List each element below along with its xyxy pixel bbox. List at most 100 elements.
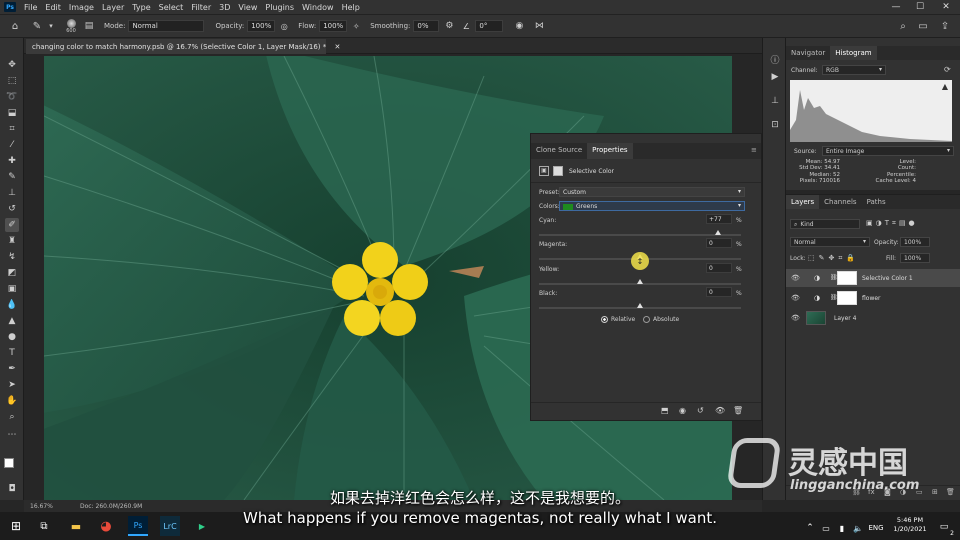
stamp-tool-icon[interactable]: ♜ <box>5 234 19 248</box>
tab-channels[interactable]: Channels <box>819 195 861 209</box>
menu-3d[interactable]: 3D <box>215 3 234 12</box>
tab-paths[interactable]: Paths <box>862 195 891 209</box>
layer-opacity-input[interactable]: 100% <box>900 237 930 247</box>
panel-menu-icon[interactable]: ≡ <box>751 146 757 154</box>
chevron-down-icon[interactable]: ▾ <box>46 22 56 30</box>
pressure-opacity-icon[interactable]: ◎ <box>278 22 290 31</box>
dodge-tool-icon[interactable]: ● <box>5 330 19 344</box>
brush-tool-active-icon[interactable]: ✐ <box>5 218 19 232</box>
cyan-value-input[interactable]: +77 <box>706 214 732 224</box>
smoothing-input[interactable]: 0% <box>413 20 440 32</box>
blend-mode-select[interactable]: Normal ▾ <box>790 237 870 247</box>
opacity-input[interactable]: 100% <box>247 20 276 32</box>
lasso-tool-icon[interactable]: ➰ <box>5 90 19 104</box>
relative-radio[interactable] <box>601 316 608 323</box>
symmetry-icon[interactable]: ⋈ <box>532 21 546 31</box>
menu-view[interactable]: View <box>234 3 261 12</box>
cyan-slider[interactable] <box>539 234 741 236</box>
foreground-color-swatch[interactable] <box>4 458 14 468</box>
brush-tool-icon[interactable]: ✎ <box>28 21 46 32</box>
clip-to-layer-icon[interactable]: ⬒ <box>661 406 669 415</box>
document-tab[interactable]: changing color to match harmony.psb @ 16… <box>26 39 340 54</box>
channel-select[interactable]: RGB ▾ <box>822 65 886 75</box>
menu-edit[interactable]: Edit <box>41 3 65 12</box>
tab-histogram[interactable]: Histogram <box>830 46 877 60</box>
layer-row-selective-color[interactable]: 👁 ◑ ⛓ Selective Color 1 <box>786 269 960 287</box>
crop-tool-icon[interactable]: ⌗ <box>5 122 19 136</box>
yellow-value-input[interactable]: 0 <box>706 263 732 273</box>
brush-preset-picker[interactable]: 600 <box>60 18 82 34</box>
move-tool-icon[interactable]: ✥ <box>5 58 19 72</box>
mode-select[interactable]: Normal <box>128 20 205 32</box>
black-value-input[interactable]: 0 <box>706 287 732 297</box>
black-slider-thumb[interactable] <box>637 303 643 308</box>
layer-row-flower[interactable]: 👁 ◑ ⛓ flower <box>786 289 960 307</box>
photoshop-logo-icon[interactable]: Ps <box>4 2 16 12</box>
delete-icon[interactable]: 🗑 <box>733 406 743 415</box>
clone-source-icon[interactable]: ⊥ <box>768 94 782 108</box>
object-select-tool-icon[interactable]: ⬓ <box>5 106 19 120</box>
menu-image[interactable]: Image <box>65 3 98 12</box>
eye-icon[interactable]: 👁 <box>791 274 800 282</box>
minimize-button[interactable]: — <box>884 0 908 14</box>
info-icon[interactable]: ⓘ <box>768 52 782 66</box>
hand-tool-icon[interactable]: ✋ <box>5 394 19 408</box>
eraser-tool-icon[interactable]: ◩ <box>5 266 19 280</box>
tab-layers[interactable]: Layers <box>786 195 820 209</box>
maximize-button[interactable]: ☐ <box>908 0 932 14</box>
cyan-slider-thumb[interactable] <box>714 230 721 235</box>
close-tab-icon[interactable]: ✕ <box>335 43 341 51</box>
tab-properties[interactable]: Properties <box>587 143 633 159</box>
layer-row-layer-4[interactable]: 👁 Layer 4 <box>786 309 960 327</box>
eye-icon[interactable]: 👁 <box>791 294 800 302</box>
pressure-size-icon[interactable]: ◉ <box>512 21 526 31</box>
brush-settings-icon[interactable]: ▤ <box>82 21 96 31</box>
clone-stamp-tool-icon[interactable]: ⊥ <box>5 186 19 200</box>
eye-icon[interactable]: 👁 <box>791 314 800 322</box>
menu-type[interactable]: Type <box>128 3 154 12</box>
flow-input[interactable]: 100% <box>319 20 348 32</box>
layer-filter-select[interactable]: ⌕ Kind <box>790 219 860 229</box>
warning-icon[interactable]: ▲ <box>942 82 948 91</box>
menu-help[interactable]: Help <box>338 3 364 12</box>
path-select-tool-icon[interactable]: ➤ <box>5 378 19 392</box>
magenta-value-input[interactable]: 0 <box>706 238 732 248</box>
visibility-icon[interactable]: 👁 <box>715 406 725 415</box>
menu-file[interactable]: File <box>20 3 41 12</box>
menu-window[interactable]: Window <box>298 3 338 12</box>
search-icon[interactable]: ⌕ <box>896 19 910 33</box>
airbrush-icon[interactable]: ✧ <box>350 22 362 31</box>
menu-plugins[interactable]: Plugins <box>261 3 298 12</box>
gradient-tool-icon[interactable]: ▣ <box>5 282 19 296</box>
history-brush-tool-icon[interactable]: ↺ <box>5 202 19 216</box>
workspace-icon[interactable]: ▭ <box>916 19 930 33</box>
more-tools-icon[interactable]: ⋯ <box>5 428 19 442</box>
sharpen-tool-icon[interactable]: ▲ <box>5 314 19 328</box>
tab-clone-source[interactable]: Clone Source <box>531 143 587 159</box>
layer-name[interactable]: flower <box>862 295 881 302</box>
eyedropper-tool-icon[interactable]: ⁄ <box>5 138 19 152</box>
spot-healing-tool-icon[interactable]: ✚ <box>5 154 19 168</box>
yellow-slider-thumb[interactable] <box>637 279 643 284</box>
layer-mask-thumbnail[interactable] <box>837 271 857 285</box>
angle-input[interactable]: 0° <box>475 20 504 32</box>
adjustments-icon[interactable]: ⊡ <box>768 118 782 132</box>
type-tool-icon[interactable]: T <box>5 346 19 360</box>
layer-thumbnail[interactable] <box>806 311 826 325</box>
mask-icon[interactable] <box>553 166 563 176</box>
marquee-tool-icon[interactable]: ⬚ <box>5 74 19 88</box>
preset-select[interactable]: Custom ▾ <box>559 187 745 197</box>
art-history-brush-icon[interactable]: ↯ <box>5 250 19 264</box>
fill-input[interactable]: 100% <box>900 253 930 263</box>
menu-select[interactable]: Select <box>155 3 188 12</box>
blur-tool-icon[interactable]: 💧 <box>5 298 19 312</box>
play-icon[interactable]: ▶ <box>768 70 782 84</box>
view-previous-icon[interactable]: ◉ <box>679 406 686 415</box>
layer-name[interactable]: Selective Color 1 <box>862 275 913 282</box>
reset-icon[interactable]: ↺ <box>697 406 704 415</box>
layer-filter-icons[interactable]: ▣◑T⌗▤● <box>866 219 918 228</box>
home-icon[interactable]: ⌂ <box>6 21 24 32</box>
menu-layer[interactable]: Layer <box>98 3 128 12</box>
refresh-icon[interactable]: ⟳ <box>944 65 951 74</box>
pen-tool-icon[interactable]: ✒ <box>5 362 19 376</box>
